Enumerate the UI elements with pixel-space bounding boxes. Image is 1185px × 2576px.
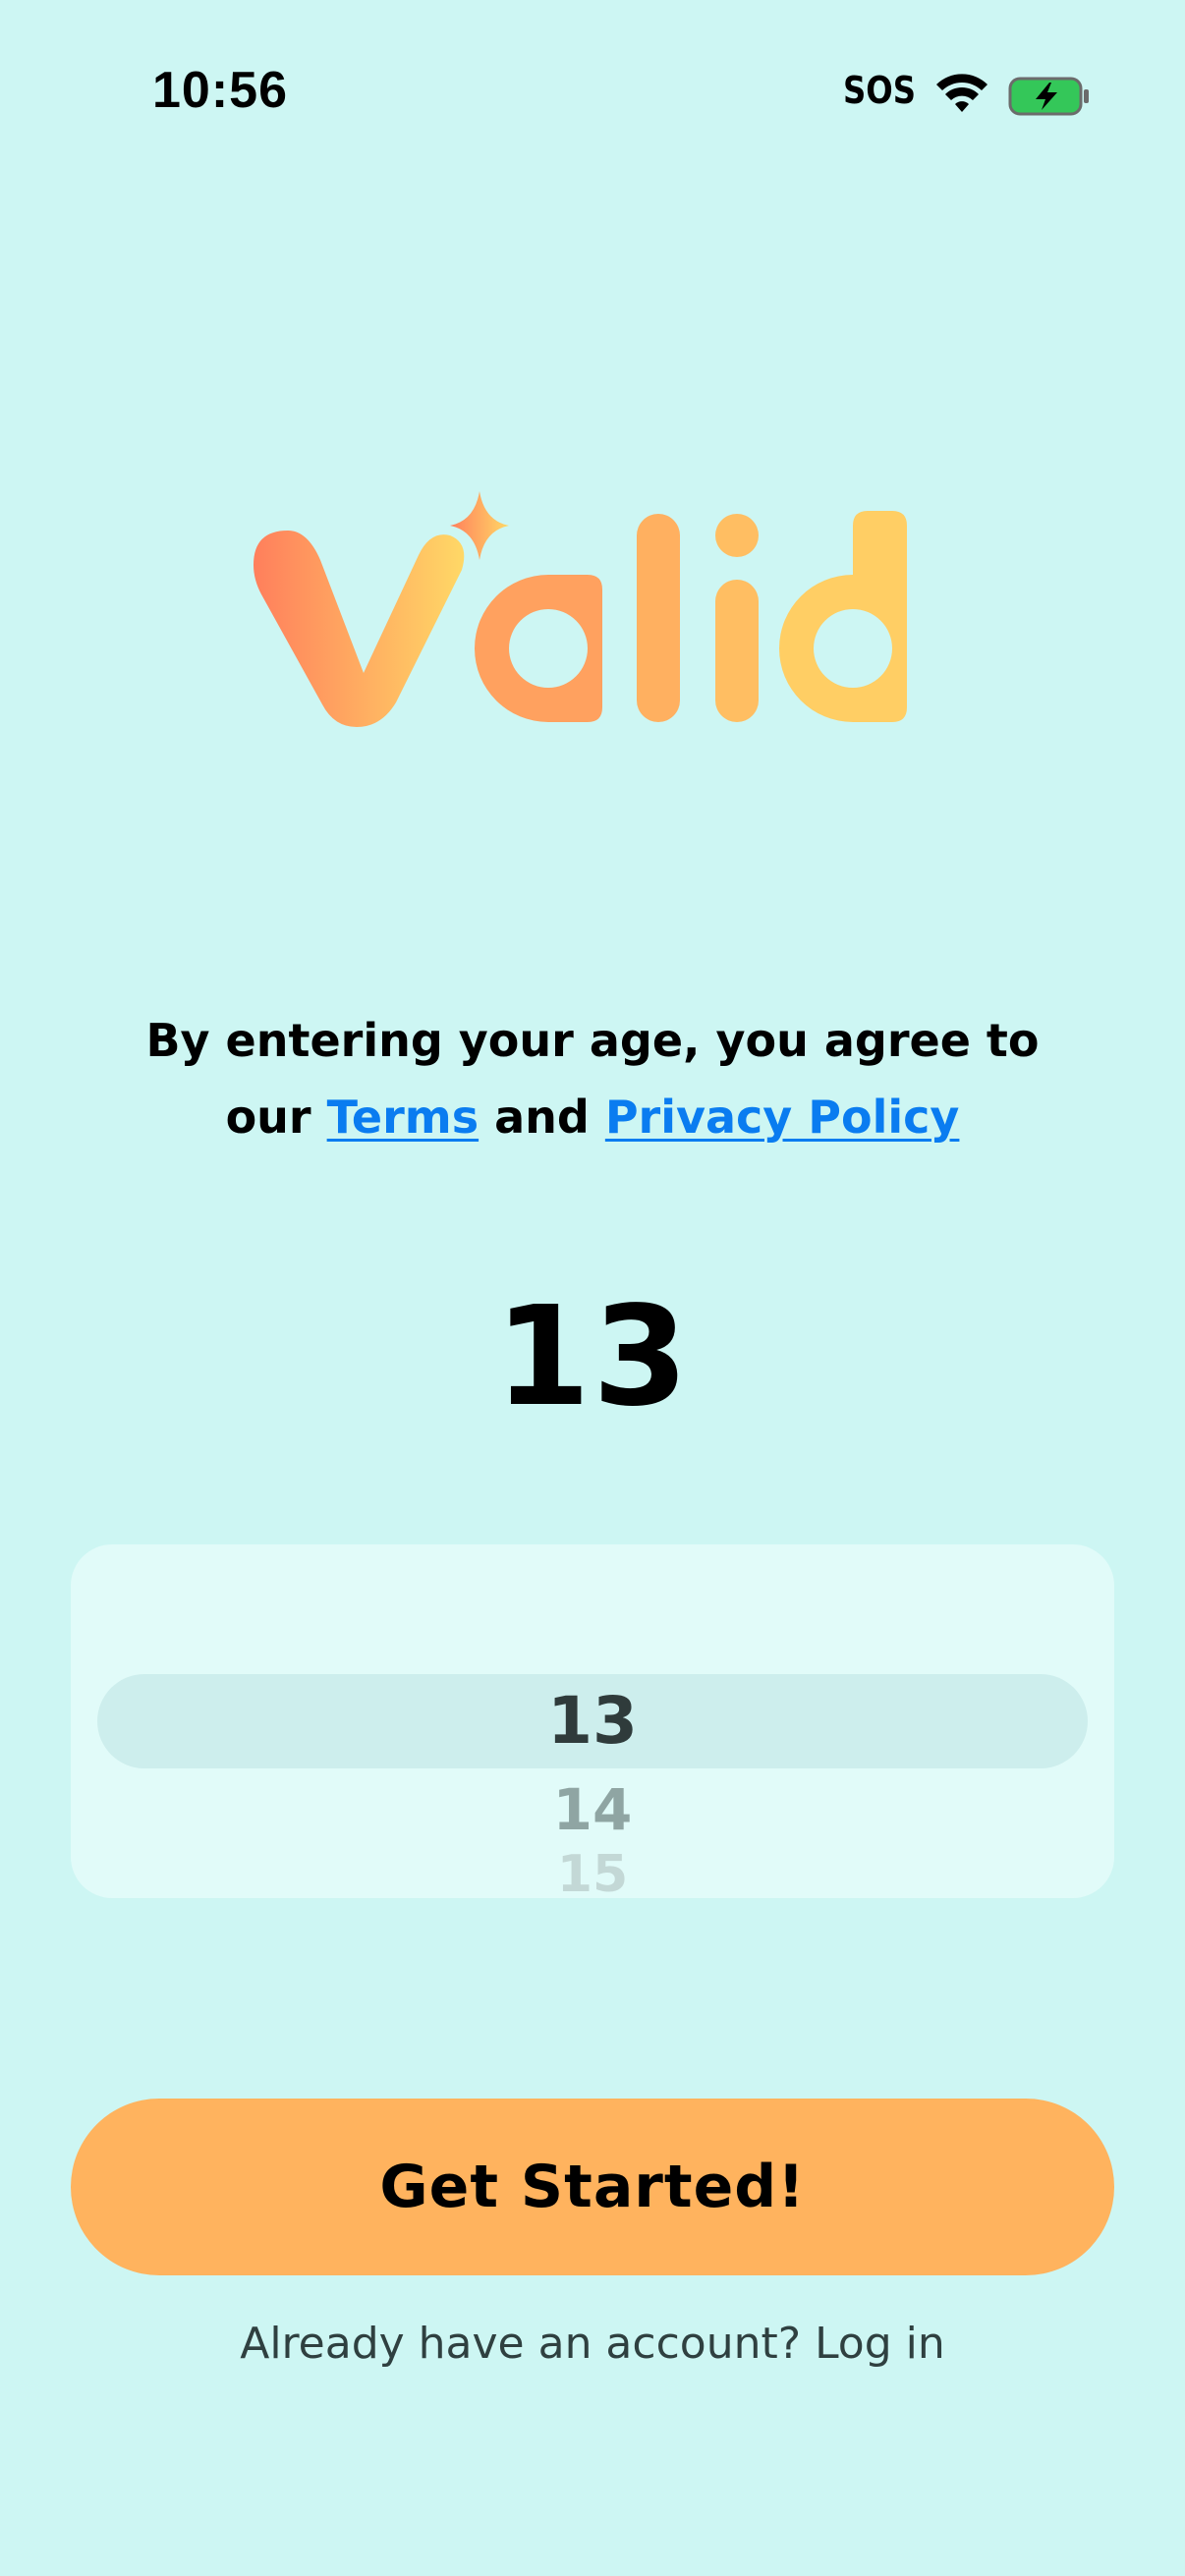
battery-charging-icon xyxy=(1008,77,1089,116)
terms-link[interactable]: Terms xyxy=(327,1091,479,1144)
privacy-policy-link[interactable]: Privacy Policy xyxy=(605,1091,960,1144)
consent-and: and xyxy=(494,1091,590,1144)
age-picker[interactable]: 13 14 15 xyxy=(71,1544,1114,1898)
status-time: 10:56 xyxy=(152,62,288,119)
carrier-status: SOS xyxy=(843,69,916,112)
picker-option-selected[interactable]: 13 xyxy=(71,1674,1114,1768)
wifi-icon xyxy=(936,74,988,112)
picker-option[interactable]: 15 xyxy=(71,1845,1114,1898)
status-bar: 10:56 SOS xyxy=(0,0,1185,196)
app-logo xyxy=(254,491,907,727)
login-link[interactable]: Already have an account? Log in xyxy=(0,2319,1185,2369)
consent-text: By entering your age, you agree to our T… xyxy=(0,1002,1185,1155)
get-started-button[interactable]: Get Started! xyxy=(71,2099,1114,2275)
consent-prefix-line2: our xyxy=(225,1091,311,1144)
selected-age: 13 xyxy=(494,1277,691,1437)
picker-option[interactable]: 14 xyxy=(71,1770,1114,1849)
consent-prefix-line1: By entering your age, you agree to xyxy=(145,1014,1040,1067)
